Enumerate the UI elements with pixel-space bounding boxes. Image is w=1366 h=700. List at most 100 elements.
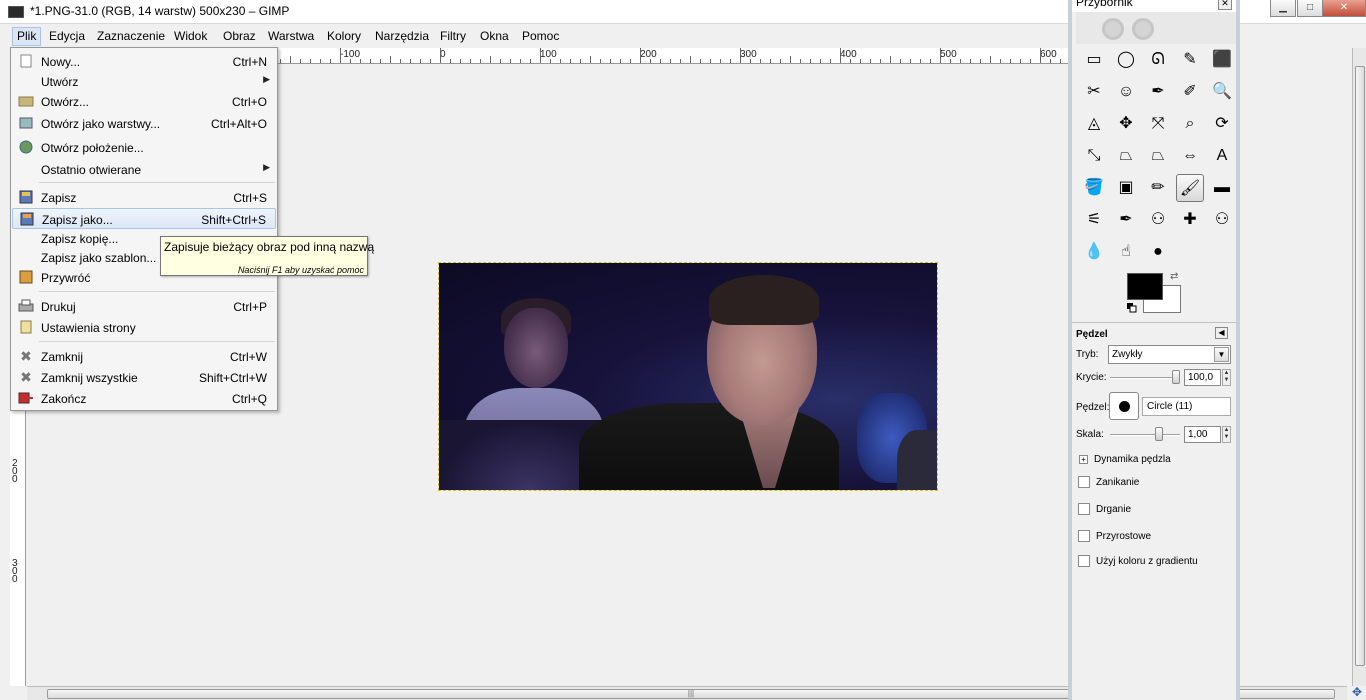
menu-item-close-all[interactable]: ✖ Zamknij wszystkie Shift+Ctrl+W — [12, 367, 276, 388]
menu-pomoc[interactable]: Pomoc — [522, 29, 559, 43]
maximize-button[interactable]: □ — [1297, 0, 1323, 17]
menu-edycja[interactable]: Edycja — [49, 29, 85, 43]
close-button[interactable]: ✕ — [1322, 0, 1366, 17]
menu-warstwa[interactable]: Warstwa — [268, 29, 314, 43]
dynamics-expander-icon[interactable]: + — [1079, 455, 1088, 464]
ruler-tick — [290, 56, 291, 63]
foreground-select-icon[interactable]: ☺ — [1112, 78, 1140, 106]
color-select-icon[interactable]: ⬛ — [1208, 46, 1236, 74]
fade-checkbox[interactable] — [1078, 476, 1090, 488]
menu-zaznaczenie[interactable]: Zaznaczenie — [97, 29, 165, 43]
flip-icon[interactable]: ⇔ — [1176, 142, 1204, 170]
measure-icon[interactable]: ◬ — [1080, 110, 1108, 138]
brush-name-field[interactable]: Circle (11) — [1142, 397, 1231, 416]
vertical-scroll-thumb[interactable] — [1355, 66, 1365, 666]
opacity-value: 100,0 — [1188, 372, 1214, 383]
menu-item-shortcut: Ctrl+P — [233, 300, 267, 314]
menu-item-label: Zapisz jako szablon... — [41, 251, 157, 265]
image-canvas[interactable] — [438, 262, 938, 491]
ruler-tick — [470, 59, 471, 63]
wilber-drop-area[interactable] — [1076, 12, 1236, 44]
scale-slider-track[interactable] — [1110, 434, 1180, 436]
tool-options-menu-button[interactable]: ◀ — [1215, 327, 1228, 339]
brush-preview[interactable] — [1109, 392, 1139, 420]
opacity-slider-track[interactable] — [1110, 377, 1180, 379]
lasso-icon[interactable]: ᘏ — [1144, 46, 1172, 74]
heal-icon[interactable]: ✚ — [1176, 206, 1204, 234]
eraser-icon[interactable]: ▬ — [1208, 174, 1236, 202]
menu-item-save-as[interactable]: Zapisz jako... Shift+Ctrl+S — [12, 208, 276, 229]
navigate-icon[interactable]: ✥ — [1348, 686, 1366, 700]
fuzzy-select-icon[interactable]: ✎ — [1176, 46, 1204, 74]
menu-plik[interactable]: Plik — [12, 27, 42, 46]
menu-item-shortcut: Shift+Ctrl+W — [198, 371, 267, 385]
ink-icon[interactable]: ✒ — [1112, 206, 1140, 234]
default-colors-icon[interactable] — [1127, 302, 1137, 313]
scale-icon[interactable]: ⤡ — [1080, 142, 1108, 170]
blend-icon[interactable]: ▣ — [1112, 174, 1140, 202]
menu-item-page-setup[interactable]: Ustawienia strony — [12, 317, 276, 338]
menu-kolory[interactable]: Kolory — [327, 29, 361, 43]
airbrush-icon[interactable]: ⚟ — [1080, 206, 1108, 234]
menu-item-save[interactable]: Zapisz Ctrl+S — [12, 187, 276, 208]
ruler-tick — [370, 59, 371, 63]
ellipse-select-icon[interactable]: ◯ — [1112, 46, 1140, 74]
rotate-icon[interactable]: ⟳ — [1208, 110, 1236, 138]
scale-slider-thumb[interactable] — [1155, 427, 1163, 441]
vertical-scrollbar[interactable] — [1352, 48, 1366, 686]
paintbrush-icon[interactable]: 🖌 — [1176, 174, 1204, 202]
perspective-clone-icon[interactable]: ⚇ — [1208, 206, 1236, 234]
submenu-arrow-icon: ▶ — [263, 74, 270, 84]
menu-item-print[interactable]: Drukuj Ctrl+P — [12, 296, 276, 317]
clone-icon[interactable]: ⚇ — [1144, 206, 1172, 234]
perspective-icon[interactable]: ⏢ — [1144, 142, 1172, 170]
text-icon[interactable]: A — [1208, 142, 1236, 170]
opacity-input[interactable]: 100,0 — [1184, 369, 1221, 386]
scale-spin-icon[interactable]: ▲ ▼ — [1222, 426, 1231, 443]
menu-item-new[interactable]: Nowy... Ctrl+N — [12, 51, 276, 72]
pencil-icon[interactable]: ✏ — [1144, 174, 1172, 202]
menu-item-open-as-layers[interactable]: Otwórz jako warstwy... Ctrl+Alt+O — [12, 113, 276, 134]
opacity-slider-thumb[interactable] — [1172, 370, 1180, 384]
ruler-tick — [1030, 59, 1031, 63]
incremental-checkbox[interactable] — [1078, 530, 1090, 542]
minimize-button[interactable]: ▁ — [1270, 0, 1296, 17]
menu-narzedzia[interactable]: Narzędzia — [375, 29, 429, 43]
dodge-burn-icon[interactable]: ● — [1144, 238, 1172, 266]
ruler-label: 500 — [940, 49, 957, 60]
ruler-tick — [970, 59, 971, 63]
rect-select-icon[interactable]: ▭ — [1080, 46, 1108, 74]
menu-item-open[interactable]: Otwórz... Ctrl+O — [12, 91, 276, 112]
menu-filtry[interactable]: Filtry — [440, 29, 466, 43]
menu-obraz[interactable]: Obraz — [223, 29, 256, 43]
paths-icon[interactable]: ✒ — [1144, 78, 1172, 106]
opacity-spin-icon[interactable]: ▲ ▼ — [1222, 369, 1231, 386]
scale-input[interactable]: 1,00 — [1184, 426, 1221, 443]
color-picker-icon[interactable]: ✐ — [1176, 78, 1204, 106]
menu-item-close[interactable]: ✖ Zamknij Ctrl+W — [12, 346, 276, 367]
menu-item-open-location[interactable]: Otwórz położenie... — [12, 137, 276, 158]
move-icon[interactable]: ✥ — [1112, 110, 1140, 138]
ruler-tick — [320, 59, 321, 63]
menu-item-create[interactable]: Utwórz ▶ — [12, 71, 276, 92]
menu-item-quit[interactable]: Zakończ Ctrl+Q — [12, 388, 276, 409]
crop-icon[interactable]: ⌕ — [1176, 110, 1204, 138]
mode-select[interactable]: Zwykły ▼ — [1108, 345, 1231, 364]
dynamics-label[interactable]: Dynamika pędzla — [1094, 454, 1171, 465]
foreground-color-swatch[interactable] — [1127, 273, 1163, 300]
bucket-fill-icon[interactable]: 🪣 — [1080, 174, 1108, 202]
swap-colors-icon[interactable]: ⇄ — [1170, 271, 1178, 282]
jitter-checkbox[interactable] — [1078, 503, 1090, 515]
gradient-color-checkbox[interactable] — [1078, 555, 1090, 567]
align-icon[interactable]: ⤧ — [1144, 110, 1172, 138]
blur-icon[interactable]: 💧 — [1080, 238, 1108, 266]
menu-okna[interactable]: Okna — [480, 29, 509, 43]
zoom-icon[interactable]: 🔍 — [1208, 78, 1236, 106]
menu-item-recent[interactable]: Ostatnio otwierane ▶ — [12, 159, 276, 180]
toolbox-close-button[interactable]: ✕ — [1218, 0, 1232, 10]
shear-icon[interactable]: ⏢ — [1112, 142, 1140, 170]
scissors-icon[interactable]: ✂ — [1080, 78, 1108, 106]
menu-widok[interactable]: Widok — [174, 29, 207, 43]
chevron-down-icon[interactable]: ▼ — [1214, 347, 1229, 362]
smudge-icon[interactable]: ☝ — [1112, 238, 1140, 266]
